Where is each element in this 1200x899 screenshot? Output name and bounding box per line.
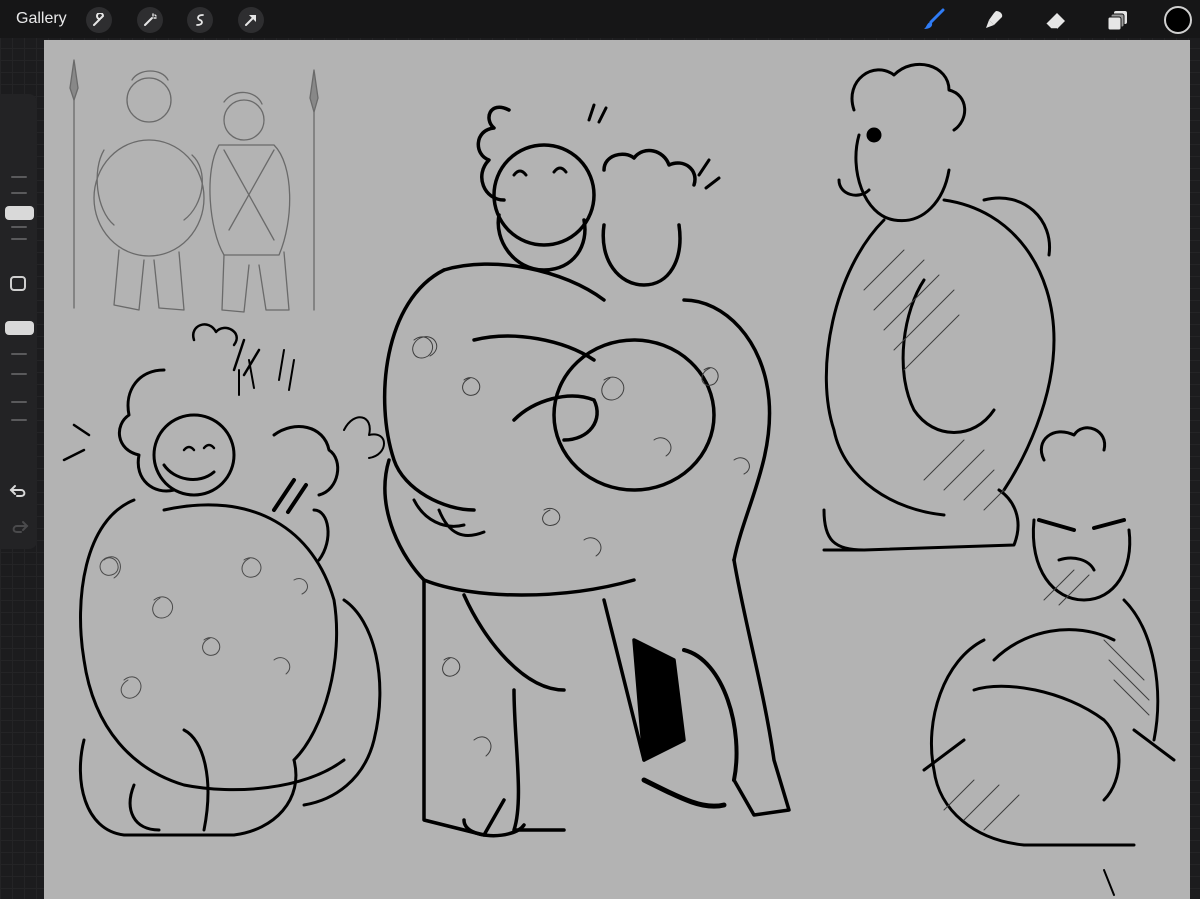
brush-size-thumb[interactable] [5, 206, 34, 220]
sketch-right-bottom-hatching [943, 569, 1150, 831]
brush-size-slider[interactable] [5, 104, 34, 254]
transform-arrow-icon[interactable] [238, 7, 264, 33]
slider-tick [11, 401, 27, 403]
eraser-icon[interactable] [1042, 6, 1070, 34]
gallery-button[interactable]: Gallery [16, 10, 67, 28]
redo-icon[interactable] [9, 518, 29, 536]
sketch-main-pair-scribbles [412, 336, 750, 757]
sketch-main-pair [382, 103, 791, 838]
wrench-icon[interactable] [86, 7, 112, 33]
opacity-slider[interactable] [5, 309, 34, 459]
magic-wand-icon[interactable] [137, 7, 163, 33]
brush-icon[interactable] [920, 6, 948, 34]
modify-button[interactable] [10, 276, 26, 291]
layers-icon[interactable] [1104, 6, 1132, 34]
smudge-icon[interactable] [980, 6, 1008, 34]
sketch-right-top-hatching [863, 249, 1005, 511]
opacity-thumb[interactable] [5, 321, 34, 335]
slider-tick [11, 226, 27, 228]
slider-tick [11, 419, 27, 421]
slider-tick [11, 176, 27, 178]
sketch-artwork [62, 59, 1176, 896]
slider-tick [11, 353, 27, 355]
top-toolbar: Gallery [0, 0, 1200, 38]
slider-tick [11, 238, 27, 240]
pencil-sketch-two-guards [69, 59, 319, 313]
drawing-canvas[interactable] [44, 40, 1190, 899]
sketch-right-bottom-figure [922, 426, 1176, 896]
sketch-hugging-pair-scribbles [99, 556, 308, 699]
slider-tick [11, 192, 27, 194]
selection-icon[interactable] [187, 7, 213, 33]
brush-sidebar [0, 94, 37, 549]
sketch-right-top-figure [822, 62, 1056, 552]
slider-tick [11, 373, 27, 375]
undo-icon[interactable] [9, 482, 29, 500]
color-picker-swatch[interactable] [1164, 6, 1192, 34]
sketch-hugging-pair [62, 323, 385, 837]
